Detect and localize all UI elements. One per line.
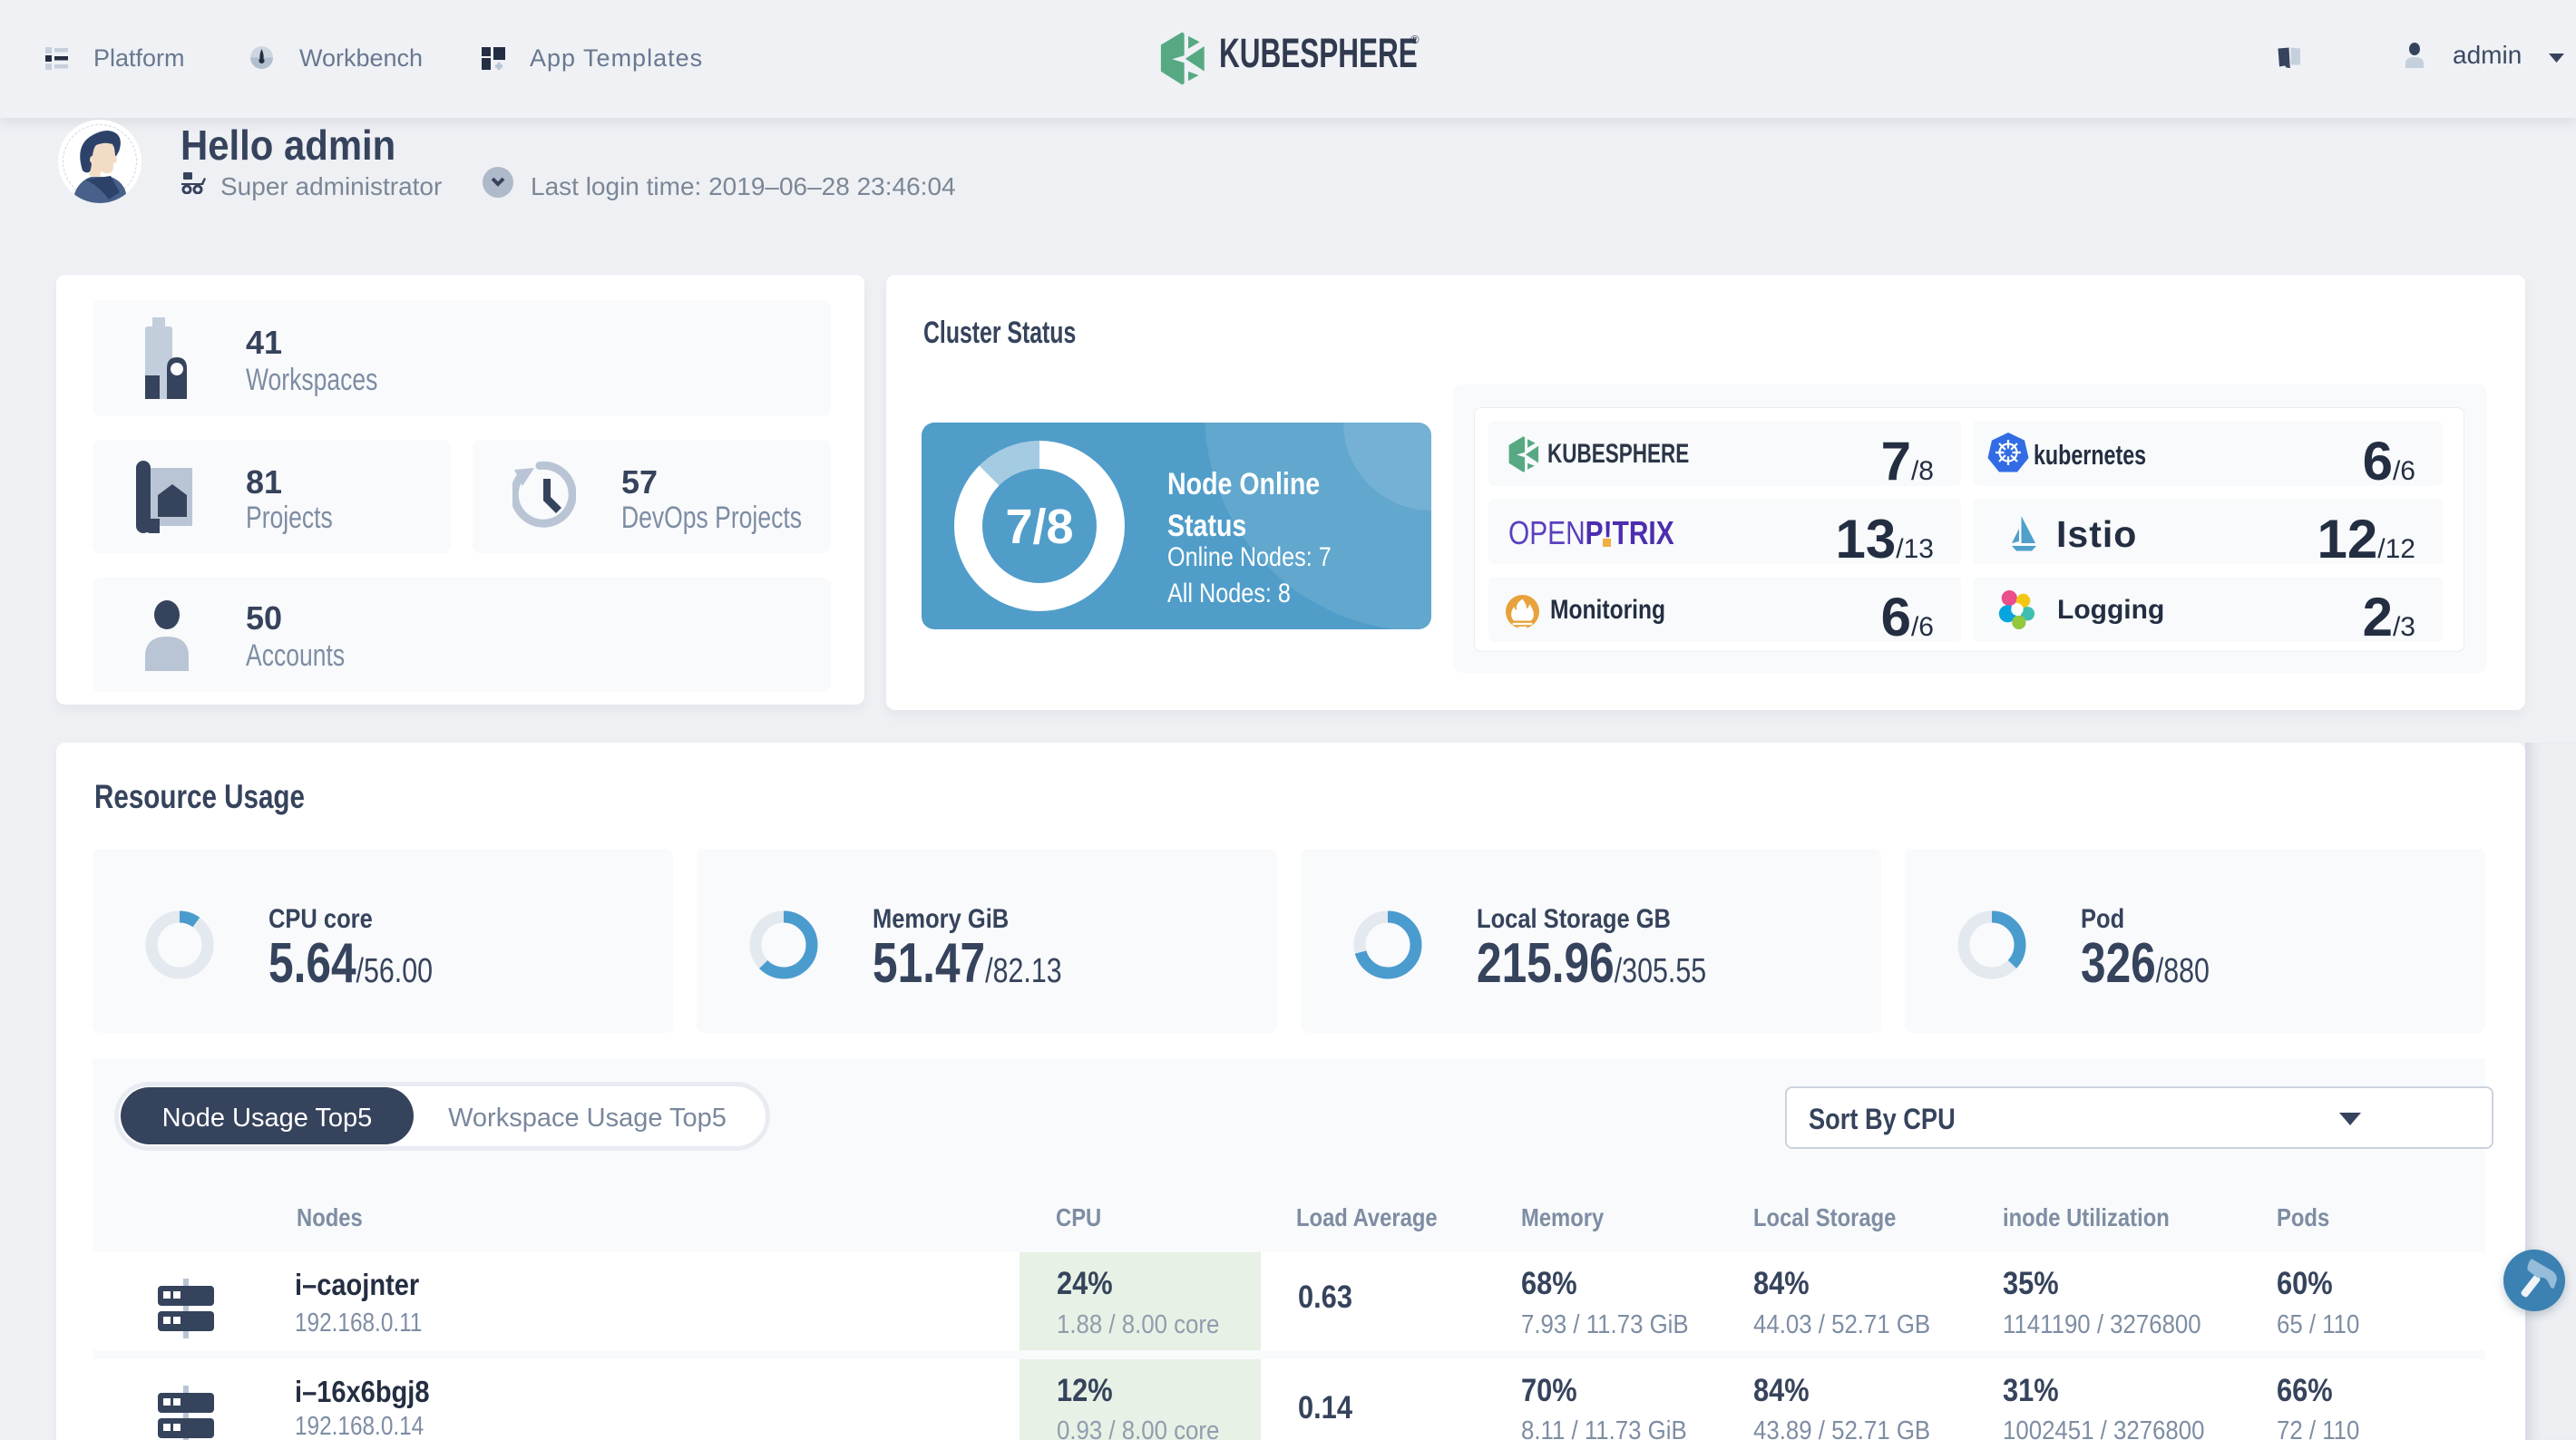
svg-text:7/8: 7/8: [1005, 500, 1073, 554]
